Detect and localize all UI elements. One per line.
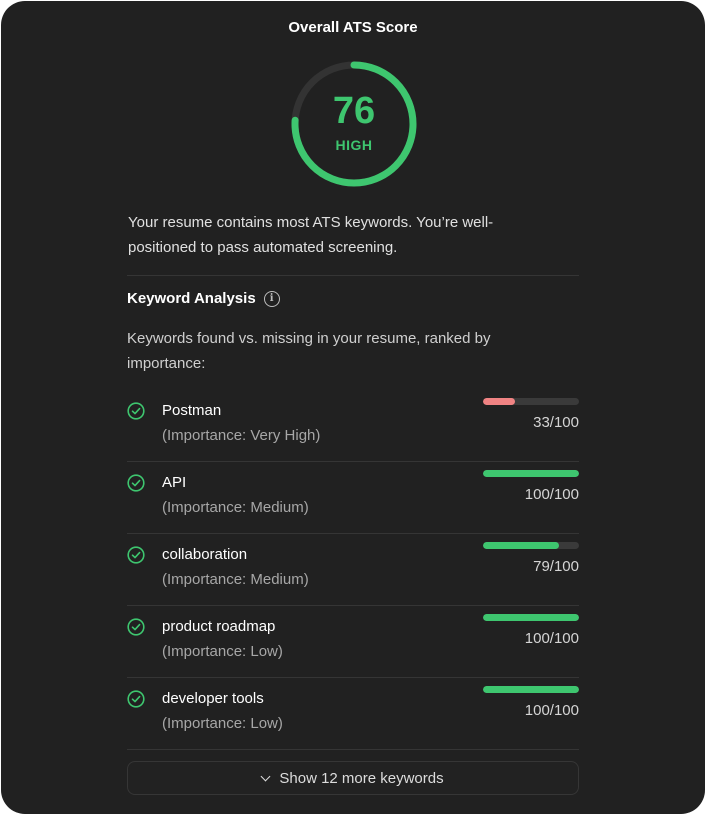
chevron-down-icon: [260, 771, 271, 781]
keyword-score-fill: [483, 398, 515, 405]
keyword-name: product roadmap: [162, 618, 276, 635]
keyword-row: developer tools (Importance: Low) 100/10…: [127, 678, 579, 750]
keyword-score-fill: [483, 686, 579, 693]
check-circle-icon: [127, 690, 145, 708]
score-value: 76: [332, 90, 376, 132]
keyword-score-bar: [483, 542, 579, 549]
keyword-score: 100/100: [524, 702, 579, 719]
check-circle-icon: [127, 402, 145, 420]
check-circle-icon: [127, 618, 145, 636]
keyword-row: product roadmap (Importance: Low) 100/10…: [127, 606, 579, 678]
keyword-importance: (Importance: Low): [162, 715, 283, 732]
keyword-score: 100/100: [524, 630, 579, 647]
check-circle-icon: [127, 474, 145, 492]
keyword-score: 100/100: [524, 486, 579, 503]
keyword-row: API (Importance: Medium) 100/100: [127, 462, 579, 534]
keyword-name: API: [162, 474, 187, 491]
score-level: HIGH: [335, 137, 373, 153]
keyword-score-bar: [483, 398, 579, 405]
section-divider: [127, 275, 579, 276]
score-gauge: 76 HIGH: [290, 60, 418, 188]
keyword-score: 79/100: [533, 558, 579, 575]
keyword-score-fill: [483, 614, 579, 621]
keyword-name: Postman: [162, 402, 222, 419]
score-summary: Your resume contains most ATS keywords. …: [128, 214, 494, 256]
keyword-row: collaboration (Importance: Medium) 79/10…: [127, 534, 579, 606]
keyword-score-fill: [483, 470, 579, 477]
keyword-importance: (Importance: Low): [162, 643, 283, 660]
keyword-row: Postman (Importance: Very High) 33/100: [127, 390, 579, 462]
keyword-score-bar: [483, 686, 579, 693]
keyword-score: 33/100: [533, 414, 579, 431]
check-circle-icon: [127, 546, 145, 564]
keyword-importance: (Importance: Very High): [162, 427, 321, 444]
keyword-analysis-title: Keyword Analysis: [127, 290, 256, 307]
keyword-name: developer tools: [162, 690, 264, 707]
row-divider: [127, 749, 579, 750]
keyword-score-bar: [483, 470, 579, 477]
show-more-label: Show 12 more keywords: [279, 769, 444, 787]
keyword-analysis-description: Keywords found vs. missing in your resum…: [127, 330, 491, 372]
show-more-keywords-button[interactable]: Show 12 more keywords: [127, 761, 579, 795]
keyword-score-fill: [483, 542, 559, 549]
card-title: Overall ATS Score: [288, 19, 418, 36]
keyword-importance: (Importance: Medium): [162, 571, 309, 588]
info-icon[interactable]: i: [263, 290, 280, 307]
keyword-score-bar: [483, 614, 579, 621]
keyword-importance: (Importance: Medium): [162, 499, 309, 516]
keyword-analysis-heading: Keyword Analysis i: [127, 290, 280, 307]
keyword-name: collaboration: [162, 546, 248, 563]
